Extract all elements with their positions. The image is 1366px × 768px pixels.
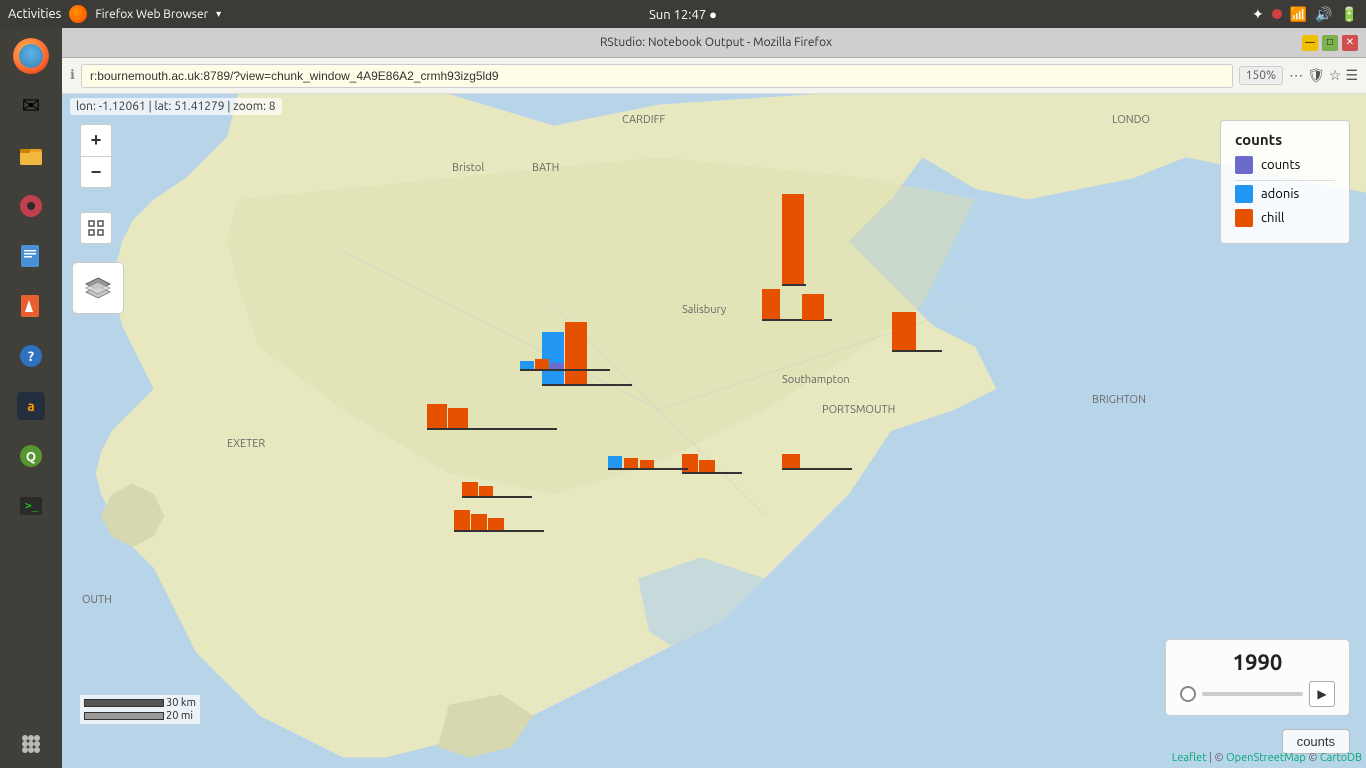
zoom-in-button[interactable]: + bbox=[80, 124, 112, 156]
legend-label-chill: chill bbox=[1261, 211, 1284, 225]
attribution-separator: | © bbox=[1209, 752, 1226, 764]
map-zoom-controls: + − bbox=[80, 124, 112, 188]
browser-name-label: Firefox Web Browser bbox=[95, 8, 208, 21]
cartodb-link[interactable]: CartoDB bbox=[1320, 752, 1362, 764]
bar-group-south-coast bbox=[782, 454, 852, 470]
bar-group-ports1 bbox=[682, 454, 742, 474]
svg-text:?: ? bbox=[28, 348, 34, 364]
sidebar-icon-mail[interactable]: ✉ bbox=[7, 82, 55, 130]
battery-icon: 🔋 bbox=[1341, 6, 1358, 23]
wifi-icon: 📶 bbox=[1290, 6, 1307, 23]
sidebar-icon-terminal[interactable]: >_ bbox=[7, 482, 55, 530]
osm-link[interactable]: OpenStreetMap bbox=[1226, 752, 1306, 764]
more-options-icon[interactable]: ⋯ bbox=[1289, 67, 1303, 84]
slider-track[interactable] bbox=[1202, 692, 1303, 696]
sidebar-icon-help[interactable]: ? bbox=[7, 332, 55, 380]
dropbox-icon: ✦ bbox=[1252, 6, 1264, 23]
legend-item-counts: counts bbox=[1235, 156, 1335, 174]
time-year: 1990 bbox=[1180, 650, 1335, 675]
hamburger-icon[interactable]: ☰ bbox=[1345, 67, 1358, 84]
legend-color-counts bbox=[1235, 156, 1253, 174]
legend-color-adonis bbox=[1235, 185, 1253, 203]
bar-group-small1 bbox=[520, 359, 610, 371]
volume-icon: 🔊 bbox=[1315, 6, 1332, 23]
legend: counts counts adonis chill bbox=[1220, 120, 1350, 244]
svg-text:a: a bbox=[27, 398, 35, 414]
minimize-button[interactable]: — bbox=[1302, 35, 1318, 51]
time-slider-row: ▶ bbox=[1180, 681, 1335, 707]
sidebar-icon-draw[interactable] bbox=[7, 282, 55, 330]
map-area[interactable]: lon: -1.12061 | lat: 51.41279 | zoom: 8 … bbox=[62, 94, 1366, 768]
play-button[interactable]: ▶ bbox=[1309, 681, 1335, 707]
legend-item-adonis: adonis bbox=[1235, 185, 1335, 203]
bar-group-ports2 bbox=[608, 456, 688, 470]
top-bar-left: Activities Firefox Web Browser ▾ bbox=[8, 5, 221, 23]
sidebar-icon-amazon[interactable]: a bbox=[7, 382, 55, 430]
bar-group-1 bbox=[782, 194, 806, 286]
legend-item-chill: chill bbox=[1235, 209, 1335, 227]
bookmark-icon[interactable]: 🛡 bbox=[1307, 67, 1325, 84]
sidebar-icon-qgis[interactable]: Q bbox=[7, 432, 55, 480]
counts-button[interactable]: counts bbox=[1282, 729, 1350, 754]
os-time: Sun 12:47 ● bbox=[649, 8, 717, 22]
scale-km-label: 30 km bbox=[166, 697, 196, 709]
sidebar: ✉ ? a Q >_ bbox=[0, 28, 62, 768]
sidebar-icon-files[interactable] bbox=[7, 132, 55, 180]
sidebar-icon-music[interactable] bbox=[7, 182, 55, 230]
address-bar: ℹ 150% ⋯ 🛡 ☆ ☰ bbox=[62, 58, 1366, 94]
time-panel: 1990 ▶ bbox=[1165, 639, 1350, 716]
maximize-button[interactable]: □ bbox=[1322, 35, 1338, 51]
legend-label-adonis: adonis bbox=[1261, 187, 1299, 201]
top-bar-right: ✦ 📶 🔊 🔋 bbox=[1252, 6, 1358, 23]
window-controls: — □ ✕ bbox=[1302, 35, 1358, 51]
title-bar: RStudio: Notebook Output - Mozilla Firef… bbox=[62, 28, 1366, 58]
star-icon[interactable]: ☆ bbox=[1329, 67, 1342, 84]
scale-bar: 30 km 20 mi bbox=[80, 695, 200, 724]
address-bar-icons: ⋯ 🛡 ☆ ☰ bbox=[1289, 67, 1358, 84]
address-input[interactable] bbox=[81, 64, 1233, 88]
zoom-out-button[interactable]: − bbox=[80, 156, 112, 188]
os-top-bar: Activities Firefox Web Browser ▾ Sun 12:… bbox=[0, 0, 1366, 28]
map-coords: lon: -1.12061 | lat: 51.41279 | zoom: 8 bbox=[70, 98, 282, 115]
browser-window: RStudio: Notebook Output - Mozilla Firef… bbox=[62, 28, 1366, 768]
top-bar-center: Sun 12:47 ● bbox=[649, 7, 717, 22]
sidebar-icon-writer[interactable] bbox=[7, 232, 55, 280]
window-title: RStudio: Notebook Output - Mozilla Firef… bbox=[130, 36, 1302, 49]
attribution: Leaflet | © OpenStreetMap © CartoDB bbox=[1172, 752, 1362, 764]
network-dot-icon bbox=[1272, 9, 1282, 19]
security-icon: ℹ bbox=[70, 68, 75, 83]
legend-label-counts: counts bbox=[1261, 158, 1300, 172]
dropdown-arrow[interactable]: ▾ bbox=[216, 8, 221, 20]
svg-text:>_: >_ bbox=[25, 499, 39, 512]
legend-color-chill bbox=[1235, 209, 1253, 227]
scale-mi-label: 20 mi bbox=[166, 710, 193, 722]
slider-handle[interactable] bbox=[1180, 686, 1196, 702]
svg-text:Q: Q bbox=[26, 450, 36, 464]
bar-group-south1 bbox=[454, 510, 544, 532]
bar-group-salisbury2 bbox=[802, 294, 824, 320]
sidebar-icon-firefox[interactable] bbox=[7, 32, 55, 80]
zoom-badge[interactable]: 150% bbox=[1239, 66, 1283, 85]
fullscreen-button[interactable] bbox=[80, 212, 112, 244]
bar-group-exeter bbox=[427, 404, 557, 430]
bar-group-coast1 bbox=[892, 312, 942, 352]
leaflet-link[interactable]: Leaflet bbox=[1172, 752, 1207, 764]
legend-title: counts bbox=[1235, 131, 1335, 148]
attribution-separator2: © bbox=[1308, 752, 1320, 764]
sidebar-icon-apps[interactable] bbox=[7, 720, 55, 768]
bar-group-bath bbox=[542, 322, 632, 386]
bar-group-sw1 bbox=[462, 482, 532, 498]
close-button[interactable]: ✕ bbox=[1342, 35, 1358, 51]
layers-button[interactable] bbox=[72, 262, 124, 314]
activities-label[interactable]: Activities bbox=[8, 7, 61, 21]
firefox-taskbar-icon[interactable] bbox=[69, 5, 87, 23]
